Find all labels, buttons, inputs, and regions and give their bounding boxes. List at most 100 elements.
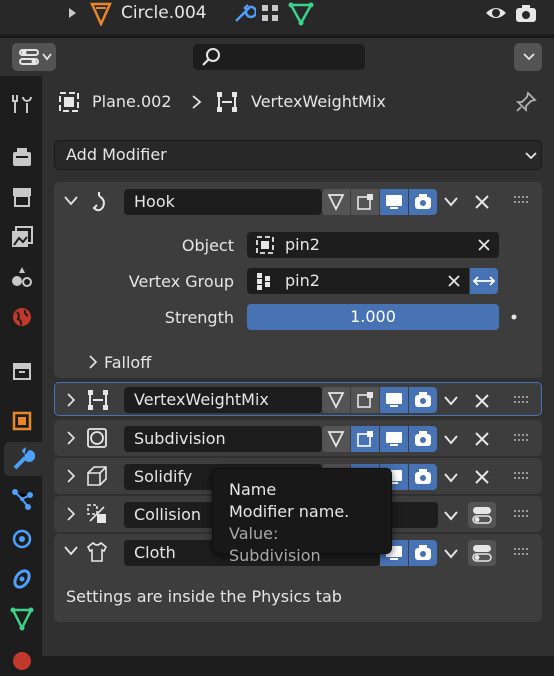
- close-icon[interactable]: [474, 194, 490, 210]
- edit-mode-icon: [357, 392, 373, 408]
- render-toggle[interactable]: [409, 426, 437, 452]
- tab-data[interactable]: [4, 602, 40, 636]
- object-field[interactable]: pin2: [247, 232, 499, 258]
- collapse-arrow-icon[interactable]: [64, 196, 78, 206]
- vertex-groups-icon: [262, 5, 278, 21]
- object-icon: [12, 411, 32, 431]
- viewport-display-toggle[interactable]: [380, 426, 408, 452]
- modifier-name-field[interactable]: Hook: [124, 189, 322, 215]
- edit-cage-icon: [327, 194, 345, 212]
- tab-physics[interactable]: [4, 522, 40, 556]
- chevron-down-icon[interactable]: [444, 473, 458, 483]
- render-toggle[interactable]: [409, 387, 437, 413]
- falloff-subpanel-label[interactable]: Falloff: [104, 353, 151, 372]
- add-modifier-dropdown[interactable]: Add Modifier: [54, 140, 542, 170]
- output-icon: [13, 188, 31, 207]
- render-camera-icon: [415, 392, 431, 407]
- pin-icon[interactable]: [514, 90, 538, 114]
- invert-vertex-group-toggle[interactable]: [470, 268, 498, 294]
- clear-icon[interactable]: [447, 274, 461, 288]
- close-icon[interactable]: [474, 431, 490, 447]
- vertex-group-value: pin2: [285, 271, 320, 290]
- strength-slider[interactable]: 1.000: [247, 304, 499, 330]
- outliner-strip: Circle.004: [0, 0, 554, 34]
- viewport-display-toggle[interactable]: [380, 387, 408, 413]
- search-icon: [202, 48, 220, 66]
- keyframe-dot-icon[interactable]: [510, 313, 518, 321]
- physics-icon: [12, 529, 32, 549]
- add-modifier-label: Add Modifier: [66, 145, 167, 164]
- chevron-down-icon: [525, 152, 537, 160]
- drag-handle-icon[interactable]: [514, 396, 528, 404]
- drag-handle-icon[interactable]: [514, 548, 528, 556]
- render-toggle[interactable]: [409, 464, 437, 490]
- chevron-down-icon[interactable]: [444, 511, 458, 521]
- viewport-display-toggle[interactable]: [380, 189, 408, 215]
- tab-particles[interactable]: [4, 482, 40, 516]
- render-camera-icon: [415, 194, 431, 209]
- toggle-switch-icon: [472, 545, 492, 562]
- drag-handle-icon[interactable]: [514, 472, 528, 480]
- drag-handle-icon[interactable]: [514, 510, 528, 518]
- expand-arrow-icon[interactable]: [66, 7, 78, 19]
- tab-object[interactable]: [4, 404, 40, 438]
- render-toggle[interactable]: [409, 189, 437, 215]
- edit-cage-toggle[interactable]: [322, 387, 350, 413]
- world-icon: [13, 308, 31, 326]
- outliner-object-name[interactable]: Circle.004: [121, 3, 207, 23]
- breadcrumb-modifier: VertexWeightMix: [251, 92, 386, 111]
- tab-constraints[interactable]: [4, 562, 40, 596]
- physics-toggle-button[interactable]: [468, 502, 496, 528]
- modifier-name-field[interactable]: VertexWeightMix: [124, 387, 322, 413]
- tab-render[interactable]: [4, 140, 40, 174]
- edit-mode-toggle[interactable]: [351, 387, 379, 413]
- close-icon[interactable]: [474, 469, 490, 485]
- options-dropdown-button[interactable]: [514, 43, 542, 71]
- vertex-group-field[interactable]: pin2: [247, 268, 469, 294]
- cloth-icon: [86, 541, 108, 562]
- expand-arrow-icon[interactable]: [66, 431, 76, 445]
- search-input[interactable]: [193, 44, 365, 70]
- edit-cage-toggle[interactable]: [322, 426, 350, 452]
- object-label: Object: [181, 236, 234, 255]
- collapse-arrow-icon[interactable]: [64, 546, 78, 556]
- tab-collection[interactable]: [4, 354, 40, 388]
- expand-arrow-icon[interactable]: [66, 469, 76, 483]
- tooltip: Name Modifier name. Value: Subdivision: [212, 468, 392, 565]
- edit-cage-toggle[interactable]: [322, 189, 350, 215]
- scene-icon: [12, 267, 32, 287]
- chevron-down-icon[interactable]: [444, 549, 458, 559]
- clear-icon[interactable]: [477, 238, 491, 252]
- drag-handle-icon[interactable]: [514, 434, 528, 442]
- toggle-switch-icon: [472, 507, 492, 524]
- physics-toggle-button[interactable]: [468, 540, 496, 566]
- wrench-icon: [13, 447, 35, 470]
- chevron-down-icon[interactable]: [444, 435, 458, 445]
- edit-mode-toggle[interactable]: [351, 189, 379, 215]
- render-toggle[interactable]: [409, 540, 437, 566]
- expand-arrow-icon[interactable]: [66, 393, 76, 407]
- tab-modifiers[interactable]: [4, 442, 42, 476]
- tab-tool[interactable]: [4, 86, 40, 120]
- tab-output[interactable]: [4, 180, 40, 214]
- cloth-note: Settings are inside the Physics tab: [66, 587, 342, 606]
- expand-arrow-icon[interactable]: [88, 355, 98, 369]
- edit-mode-toggle[interactable]: [351, 426, 379, 452]
- vertex-weight-mix-icon: [217, 92, 237, 112]
- chevron-down-icon[interactable]: [444, 396, 458, 406]
- tab-material[interactable]: [4, 642, 40, 676]
- chevron-down-icon[interactable]: [444, 197, 458, 207]
- wrench-icon[interactable]: [232, 3, 256, 25]
- particles-icon: [12, 489, 33, 510]
- expand-arrow-icon[interactable]: [66, 507, 76, 521]
- chevron-right-icon: [192, 95, 202, 109]
- drag-handle-icon[interactable]: [514, 196, 528, 204]
- modifier-name-field[interactable]: Subdivision: [124, 426, 322, 452]
- arrows-left-right-icon: [472, 276, 496, 286]
- editor-type-button[interactable]: [12, 43, 56, 71]
- eye-icon[interactable]: [484, 3, 508, 23]
- close-icon[interactable]: [474, 393, 490, 409]
- monitor-icon: [386, 393, 402, 407]
- mesh-data-icon: [10, 607, 34, 631]
- render-camera-icon[interactable]: [514, 3, 538, 23]
